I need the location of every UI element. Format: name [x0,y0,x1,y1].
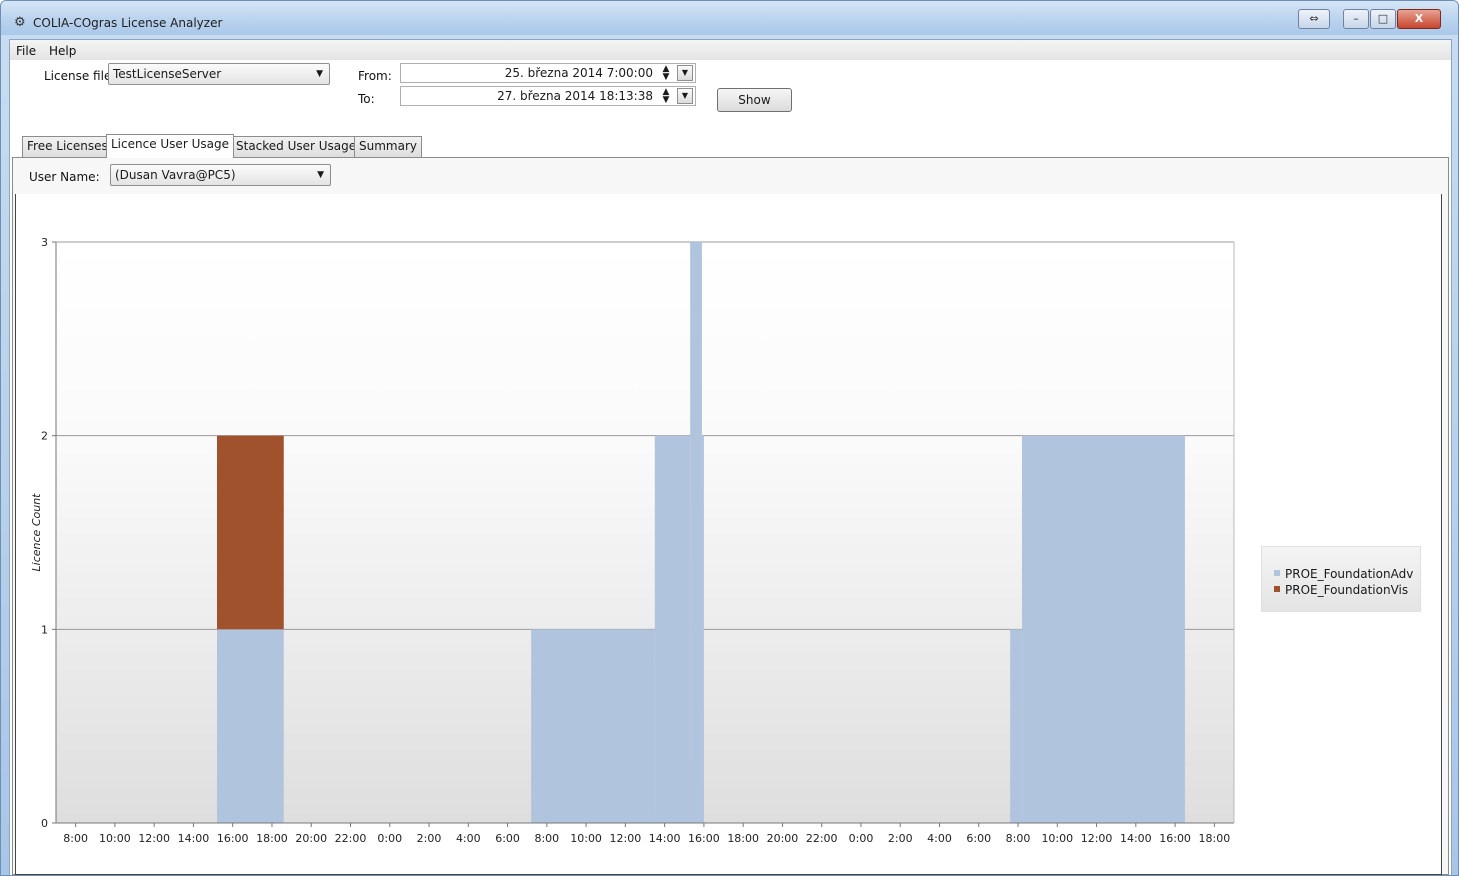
x-tick-label: 6:00 [495,832,520,845]
x-tick-label: 18:00 [256,832,288,845]
menu-bar: File Help [10,40,1451,60]
x-tick-label: 18:00 [727,832,759,845]
legend-swatch [1274,586,1280,592]
from-date-field[interactable]: 25. března 2014 7:00:00 ▲ ▼ ▼ [400,63,696,83]
x-tick-label: 22:00 [806,832,838,845]
chart-frame: 8:00 10:00 12:00 14:00 16:00 18:00 20:00 22:00 0… [15,194,1442,875]
area-segment [701,435,704,823]
y-tick-label: 2 [41,430,48,443]
tab-stacked-user-usage[interactable]: Stacked User Usage [231,136,362,157]
legend-label: PROE_FoundationAdv [1285,567,1414,581]
x-tick-label: 6:00 [966,832,991,845]
spin-updown-icon[interactable]: ▲ ▼ [661,65,671,82]
license-file-value: TestLicenseServer [113,67,222,81]
x-tick-label: 4:00 [927,832,952,845]
x-tick-label: 0:00 [377,832,402,845]
client-area: File Help License file: TestLicenseServe… [9,39,1452,875]
chevron-down-icon: ▼ [316,69,323,79]
user-name-combo[interactable]: (Dusan Vavra@PC5) ▼ [110,164,331,186]
title-bar[interactable]: ⚙ COLIA-COgras License Analyzer ⇔ – □ X [1,1,1458,35]
maximize-icon: □ [1377,12,1389,25]
tab-free-licenses[interactable]: Free Licenses [22,136,113,157]
to-label: To: [358,92,375,106]
x-tick-label: 10:00 [99,832,131,845]
x-tick-label: 18:00 [1199,832,1231,845]
chevron-down-icon: ▼ [317,170,324,180]
minimize-icon: – [1353,12,1359,25]
legend-item: PROE_FoundationVis [1274,583,1408,597]
x-tick-label: 22:00 [335,832,367,845]
x-tick-label: 10:00 [1041,832,1073,845]
legend-item: PROE_FoundationAdv [1274,567,1413,581]
from-calendar-dropdown[interactable]: ▼ [677,65,693,81]
x-tick-label: 20:00 [295,832,327,845]
area-segment [531,629,655,823]
x-tick-label: 16:00 [1159,832,1191,845]
x-tick-label: 0:00 [849,832,874,845]
legend-swatch [1274,570,1280,576]
to-date-field[interactable]: 27. března 2014 18:13:38 ▲ ▼ ▼ [400,86,696,106]
app-icon: ⚙ [14,15,26,30]
from-date-value: 25. března 2014 7:00:00 [504,66,653,80]
area-segment [690,242,702,823]
menu-help[interactable]: Help [49,44,76,58]
area-segment [1021,435,1185,823]
window-title: COLIA-COgras License Analyzer [33,16,223,30]
usage-chart: 8:00 10:00 12:00 14:00 16:00 18:00 20:00 22:00 0… [30,236,1235,845]
x-tick-label: 2:00 [888,832,913,845]
close-icon: X [1414,12,1424,25]
minimize-button[interactable]: – [1343,9,1369,29]
x-tick-label: 14:00 [649,832,681,845]
x-tick-label: 16:00 [217,832,249,845]
area-segment [216,629,284,823]
y-tick-label: 0 [41,817,48,830]
double-arrow-icon: ⇔ [1309,12,1319,25]
area-segment [216,435,284,630]
maximize-button[interactable]: □ [1370,9,1396,29]
y-axis-label: Licence Count [30,493,43,572]
to-calendar-dropdown[interactable]: ▼ [677,88,693,104]
chart-legend: PROE_FoundationAdv PROE_FoundationVis [1261,546,1421,612]
show-button[interactable]: Show [717,88,792,112]
x-tick-label: 14:00 [178,832,210,845]
main-window: ⚙ COLIA-COgras License Analyzer ⇔ – □ X … [0,0,1459,876]
x-tick-label: 12:00 [1081,832,1113,845]
area-segment [1010,629,1022,823]
legend-label: PROE_FoundationVis [1285,583,1409,597]
x-tick-label: 20:00 [767,832,799,845]
x-tick-label: 4:00 [456,832,481,845]
menu-file[interactable]: File [16,44,36,58]
user-name-value: (Dusan Vavra@PC5) [115,168,236,182]
x-tick-label: 8:00 [534,832,559,845]
restore-arrows-button[interactable]: ⇔ [1298,9,1330,29]
tab-summary[interactable]: Summary [354,136,422,157]
x-tick-label: 10:00 [570,832,602,845]
x-tick-label: 12:00 [610,832,642,845]
to-date-value: 27. března 2014 18:13:38 [497,89,653,103]
spin-updown-icon[interactable]: ▲ ▼ [661,88,671,105]
user-name-label: User Name: [29,170,100,184]
x-tick-label: 16:00 [688,832,720,845]
x-tick-label: 2:00 [417,832,442,845]
y-tick-label: 1 [41,623,48,636]
x-tick-label: 8:00 [63,832,88,845]
license-file-label: License file: [44,69,116,83]
area-segment [654,435,691,823]
x-tick-label: 14:00 [1120,832,1152,845]
x-tick-label: 8:00 [1006,832,1031,845]
x-tick-label: 12:00 [138,832,170,845]
from-label: From: [358,69,392,83]
tab-licence-user-usage[interactable]: Licence User Usage [106,134,234,158]
y-tick-label: 3 [41,236,48,249]
license-file-combo[interactable]: TestLicenseServer ▼ [108,63,330,85]
close-button[interactable]: X [1397,9,1441,29]
tab-panel: User Name: (Dusan Vavra@PC5) ▼ 8:00 10:0… [12,157,1449,875]
